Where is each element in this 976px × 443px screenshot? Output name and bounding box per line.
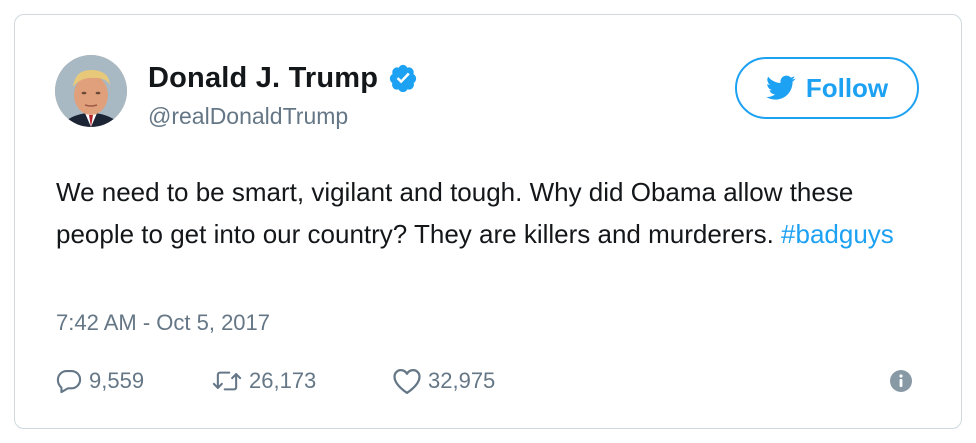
user-handle[interactable]: @realDonaldTrump bbox=[148, 103, 348, 130]
user-name-row: Donald J. Trump bbox=[148, 61, 418, 95]
like-button[interactable]: 32,975 bbox=[392, 367, 562, 395]
follow-button-label: Follow bbox=[805, 72, 889, 103]
profile-photo-icon bbox=[55, 55, 127, 127]
reply-icon bbox=[56, 370, 82, 394]
heart-icon bbox=[393, 369, 421, 394]
tweet-body: We need to be smart, vigilant and tough.… bbox=[56, 177, 854, 249]
reply-button[interactable]: 9,559 bbox=[55, 367, 211, 395]
tweet-card: Donald J. Trump @realDonaldTrump Follow … bbox=[14, 14, 962, 429]
reply-count: 9,559 bbox=[89, 368, 145, 393]
info-icon[interactable] bbox=[889, 369, 913, 393]
hashtag-link[interactable]: #badguys bbox=[781, 219, 894, 249]
avatar[interactable] bbox=[55, 55, 127, 127]
retweet-icon bbox=[212, 371, 242, 391]
follow-button[interactable]: Follow bbox=[735, 57, 919, 119]
retweet-count: 26,173 bbox=[249, 368, 317, 393]
retweet-button[interactable]: 26,173 bbox=[211, 367, 392, 395]
bird-icon bbox=[765, 75, 796, 100]
tweet-text: We need to be smart, vigilant and tough.… bbox=[56, 171, 936, 255]
verified-badge-icon bbox=[390, 64, 417, 93]
like-count: 32,975 bbox=[428, 368, 496, 393]
user-name[interactable]: Donald J. Trump bbox=[148, 62, 378, 95]
tweet-actions: 9,559 26,173 32,975 bbox=[55, 363, 562, 399]
tweet-timestamp[interactable]: 7:42 AM - Oct 5, 2017 bbox=[56, 310, 270, 336]
